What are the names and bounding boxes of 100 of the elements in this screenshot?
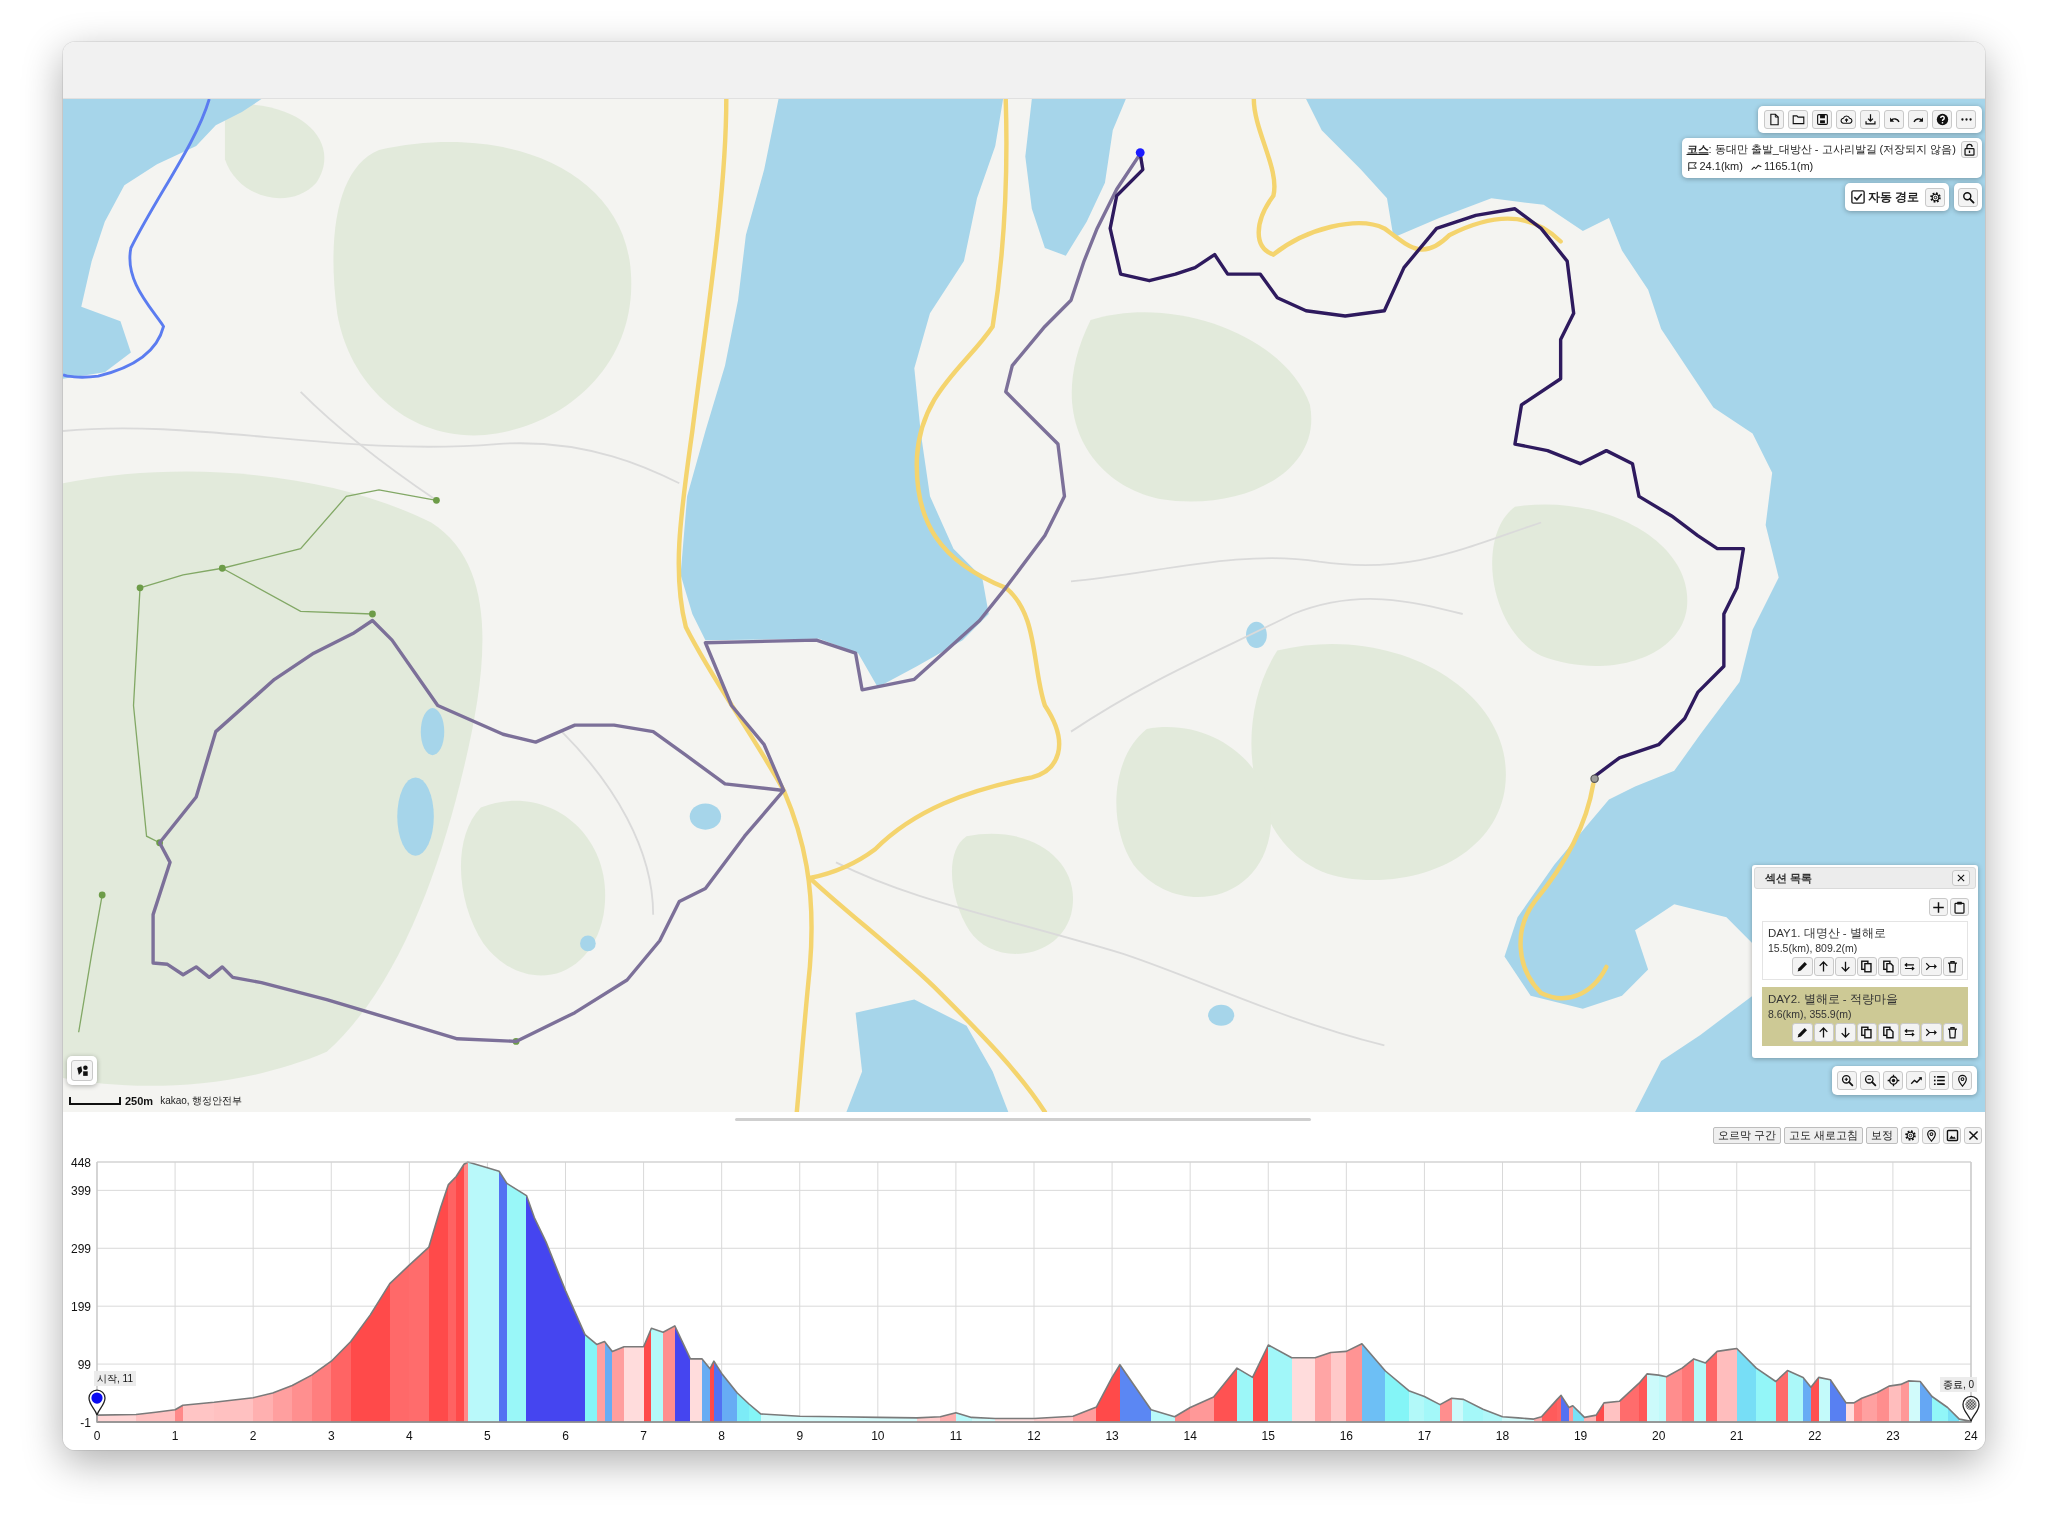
swap-arrows-icon	[1903, 960, 1917, 973]
move-up-button[interactable]	[1813, 1023, 1834, 1042]
x-tick-label: 2	[249, 1429, 257, 1443]
route-settings-button[interactable]	[1925, 187, 1945, 207]
zoom-in-icon	[1840, 1074, 1854, 1087]
move-down-button[interactable]	[1835, 1023, 1856, 1042]
arrow-down-icon	[1838, 960, 1852, 973]
end-label: 종료, 0	[1939, 1377, 1977, 1393]
duplicate-button[interactable]	[1878, 1023, 1899, 1042]
delete-button[interactable]	[1942, 957, 1963, 976]
swap-arrows-icon	[1903, 1026, 1917, 1039]
settings-button[interactable]	[1901, 1127, 1919, 1144]
x-tick-label: 9	[796, 1429, 804, 1443]
arrow-down-icon	[1838, 1026, 1852, 1039]
lock-button[interactable]	[1961, 141, 1978, 158]
scale-bar-icon	[69, 1097, 121, 1105]
merge-arrow-icon	[1924, 1026, 1938, 1039]
x-tick-label: 0	[93, 1429, 101, 1443]
gear-icon	[1903, 1129, 1917, 1142]
add-button[interactable]	[1929, 898, 1948, 916]
course-title: 코스: 동대만 출발_대방산 - 고사리발길 (저장되지 않음)	[1686, 142, 1956, 157]
refresh-elevation-button[interactable]: 고도 새로고침	[1784, 1127, 1863, 1144]
elevation-button[interactable]	[1906, 1071, 1926, 1090]
arrow-up-icon	[1817, 960, 1831, 973]
reverse-button[interactable]	[1899, 957, 1920, 976]
list-button[interactable]	[1929, 1071, 1949, 1090]
zoom-in-button[interactable]	[1837, 1071, 1857, 1090]
redo-button[interactable]	[1908, 110, 1928, 129]
poi-dot-icon	[156, 839, 163, 847]
section-stats: 15.5(km), 809.2(m)	[1768, 941, 1859, 955]
copy-button[interactable]	[1856, 1023, 1877, 1042]
section-item[interactable]: DAY1. 대명산 - 별해로 15.5(km), 809.2(m)	[1762, 921, 1968, 980]
help-button[interactable]	[1932, 110, 1952, 129]
start-pin-icon	[88, 1389, 106, 1416]
save-button[interactable]	[1812, 110, 1832, 129]
file-icon	[1767, 113, 1781, 126]
trend-line-icon	[1909, 1074, 1923, 1087]
close-icon	[1956, 873, 1966, 883]
x-tick-label: 11	[949, 1429, 963, 1443]
x-tick-label: 19	[1573, 1429, 1588, 1443]
open-button[interactable]	[1788, 110, 1808, 129]
correction-button[interactable]: 보정	[1866, 1127, 1898, 1144]
poi-dot-icon	[369, 610, 376, 618]
marker-button[interactable]	[1952, 1071, 1972, 1090]
trash-icon	[1946, 1026, 1960, 1039]
auto-route-label: 자동 경로	[1867, 188, 1919, 206]
map-pin-icon	[1924, 1129, 1938, 1142]
duplicate-button[interactable]	[1878, 957, 1899, 976]
close-button[interactable]	[1952, 870, 1970, 886]
x-tick-label: 8	[718, 1429, 726, 1443]
edit-button[interactable]	[1792, 1023, 1813, 1042]
y-tick-label: 299	[70, 1241, 92, 1256]
copy-button[interactable]	[1856, 957, 1877, 976]
paste-button[interactable]	[1950, 898, 1969, 916]
y-tick-label: 448	[70, 1155, 92, 1170]
flag-icon	[1686, 161, 1698, 172]
merge-button[interactable]	[1921, 1023, 1942, 1042]
folder-icon	[1791, 113, 1805, 126]
map-pin-icon	[1955, 1074, 1969, 1087]
reverse-button[interactable]	[1899, 1023, 1920, 1042]
merge-button[interactable]	[1921, 957, 1942, 976]
save-image-button[interactable]	[1943, 1127, 1961, 1144]
poi-dot-icon	[218, 564, 226, 572]
download-button[interactable]	[1860, 110, 1880, 129]
shapes-icon	[75, 1064, 89, 1077]
x-tick-label: 14	[1183, 1429, 1198, 1443]
clipboard-icon	[1953, 900, 1966, 914]
auto-route-checkbox[interactable]	[1850, 190, 1865, 204]
section-item[interactable]: DAY2. 별해로 - 적량마을 8.6(km), 355.9(m)	[1762, 987, 1968, 1046]
move-up-button[interactable]	[1813, 957, 1834, 976]
more-button[interactable]	[1956, 110, 1976, 129]
x-tick-label: 16	[1339, 1429, 1354, 1443]
merge-arrow-icon	[1924, 960, 1938, 973]
y-tick-label: -1	[80, 1415, 92, 1430]
x-tick-label: 23	[1886, 1429, 1900, 1443]
cloud-upload-icon	[1839, 113, 1853, 126]
new-file-button[interactable]	[1764, 110, 1784, 129]
edit-button[interactable]	[1792, 957, 1813, 976]
crosshair-icon	[1886, 1074, 1900, 1087]
pencil-icon	[1795, 1026, 1809, 1039]
x-tick-label: 1	[171, 1429, 179, 1443]
locate-button[interactable]	[1883, 1071, 1903, 1090]
marker-button[interactable]	[1922, 1127, 1940, 1144]
pencil-icon	[1795, 960, 1809, 973]
close-button[interactable]	[1964, 1127, 1982, 1144]
start-label: 시작, 11	[94, 1371, 136, 1387]
undo-button[interactable]	[1884, 110, 1904, 129]
zoom-out-button[interactable]	[1860, 1071, 1880, 1090]
plus-icon	[1932, 900, 1945, 914]
upload-button[interactable]	[1836, 110, 1856, 129]
download-icon	[1863, 113, 1877, 126]
pond	[689, 803, 722, 830]
ascent-value: 1165.1(m)	[1763, 159, 1814, 174]
x-tick-label: 18	[1495, 1429, 1510, 1443]
delete-button[interactable]	[1942, 1023, 1963, 1042]
resize-handle[interactable]	[735, 1118, 1311, 1121]
move-down-button[interactable]	[1835, 957, 1856, 976]
close-icon	[1966, 1129, 1980, 1142]
poi-dot-icon	[433, 496, 440, 504]
uphill-section-button[interactable]: 오르막 구간	[1713, 1127, 1782, 1144]
